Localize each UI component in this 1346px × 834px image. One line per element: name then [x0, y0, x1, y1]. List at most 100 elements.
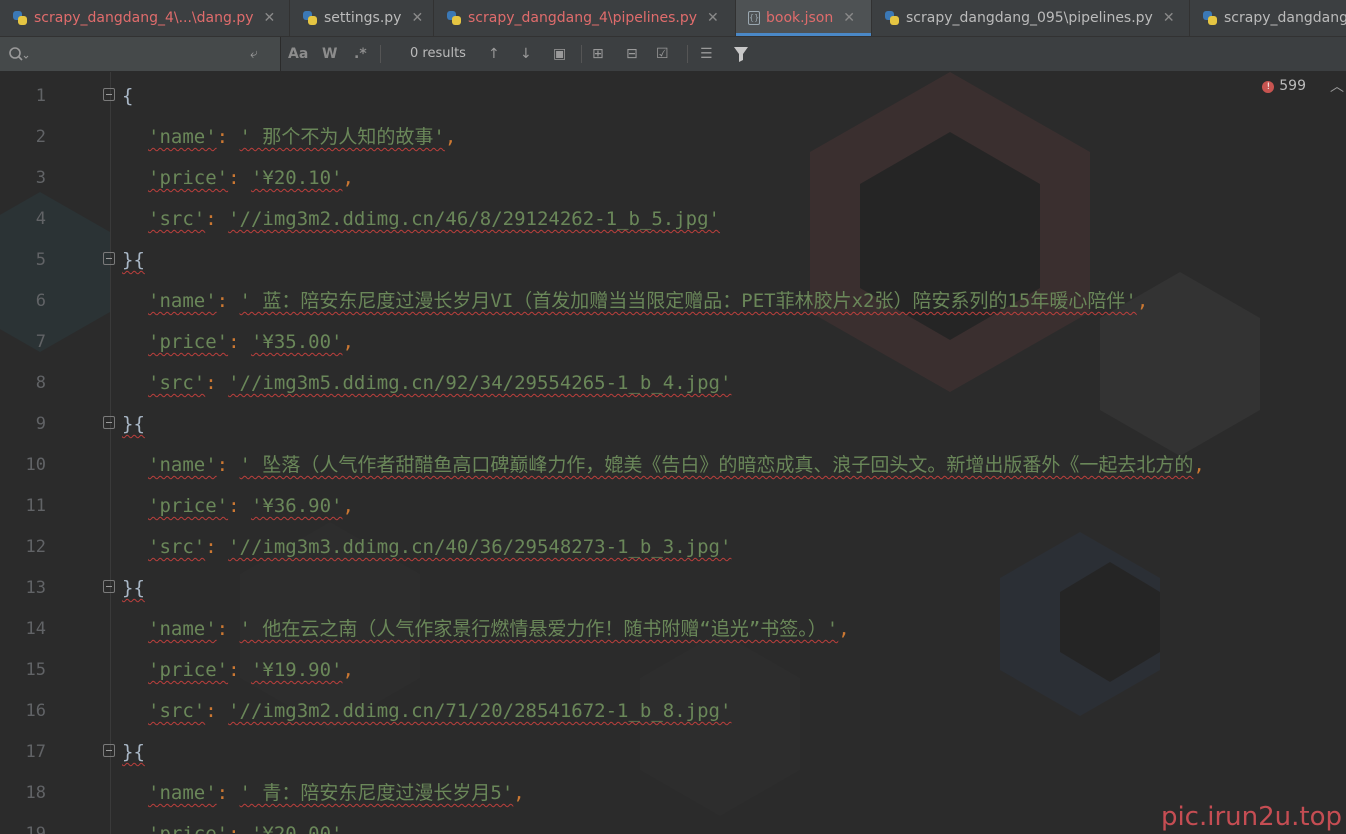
line-number: 15 [25, 660, 46, 680]
comma-token: , [342, 167, 354, 189]
code-line[interactable]: 18 'name': ' 青：陪安东尼度过漫长岁月5', [0, 773, 1346, 814]
close-icon[interactable]: ✕ [264, 10, 276, 26]
close-icon[interactable]: ✕ [707, 10, 719, 26]
property-value: ' 青：陪安东尼度过漫长岁月5' [239, 782, 514, 804]
tab-scrapy-dangdang[interactable]: scrapy_dangdang [1190, 0, 1346, 36]
colon-token: : [216, 618, 240, 640]
fold-marker-icon[interactable] [103, 744, 115, 757]
code-line[interactable]: 2 'name': ' 那个不为人知的故事', [0, 117, 1346, 158]
close-icon[interactable]: ✕ [843, 10, 855, 26]
tab-settings-py[interactable]: settings.py ✕ [290, 0, 434, 36]
colon-token: : [216, 782, 240, 804]
property-key: 'name' [148, 454, 217, 476]
code-line[interactable]: 17}{ [0, 732, 1346, 773]
words-toggle[interactable]: W [322, 37, 337, 71]
comma-token: , [342, 495, 354, 517]
line-number: 1 [35, 86, 46, 106]
line-number: 18 [25, 783, 46, 803]
property-key: 'src' [148, 700, 206, 722]
code-line[interactable]: 13}{ [0, 568, 1346, 609]
fold-marker-icon[interactable] [103, 88, 115, 101]
property-entry: 'src': '//img3m2.ddimg.cn/71/20/28541672… [148, 691, 731, 732]
code-line[interactable]: 1{ [0, 76, 1346, 117]
colon-token: : [216, 126, 240, 148]
code-line[interactable]: 6 'name': ' 蓝：陪安东尼度过漫长岁月VI（首发加赠当当限定赠品：PET… [0, 281, 1346, 322]
code-line[interactable]: 7 'price': '¥35.00', [0, 322, 1346, 363]
tab-book-json[interactable]: book.json ✕ [736, 0, 872, 36]
tab-dang-py[interactable]: scrapy_dangdang_4\...\dang.py ✕ [0, 0, 290, 36]
editor-tab-bar: scrapy_dangdang_4\...\dang.py ✕ settings… [0, 0, 1346, 37]
colon-token: : [216, 454, 240, 476]
previous-occurrence-icon[interactable]: ↑ [488, 37, 500, 71]
code-line[interactable]: 15 'price': '¥19.90', [0, 650, 1346, 691]
code-line[interactable]: 19 'price': '¥20.00', [0, 814, 1346, 834]
comma-token: , [342, 331, 354, 353]
add-selection-icon[interactable]: ⊞ [592, 37, 604, 71]
line-number: 2 [35, 127, 46, 147]
code-line[interactable]: 8 'src': '//img3m5.ddimg.cn/92/34/2955426… [0, 363, 1346, 404]
close-icon[interactable]: ✕ [1163, 10, 1175, 26]
colon-token: : [228, 823, 251, 834]
property-value: ' 他在云之南（人气作家景行燃情悬爱力作！随书附赠“追光”书签。）' [239, 618, 839, 640]
tab-label: scrapy_dangdang_4\...\dang.py [34, 10, 254, 26]
next-occurrence-icon[interactable]: ↓ [520, 37, 532, 71]
open-in-window-icon[interactable]: ▣ [553, 37, 566, 71]
colon-token: : [205, 536, 229, 558]
python-file-icon [302, 10, 318, 26]
code-line[interactable]: 11 'price': '¥36.90', [0, 486, 1346, 527]
remove-selection-icon[interactable]: ⊟ [626, 37, 638, 71]
tab-label: settings.py [324, 10, 402, 26]
fold-marker-icon[interactable] [103, 416, 115, 429]
fold-marker-icon[interactable] [103, 580, 115, 593]
line-number: 19 [25, 824, 46, 834]
code-editor[interactable]: ! 599 ︿ 1{2'name': ' 那个不为人知的故事', 3'price':… [0, 72, 1346, 834]
search-input[interactable]: ⤶ [0, 37, 281, 71]
brace-token: }{ [122, 413, 145, 435]
property-value: '¥20.00' [250, 823, 343, 834]
line-number: 4 [35, 209, 46, 229]
property-entry: 'name': ' 坠落（人气作者甜醋鱼高口碑巅峰力作，媲美《告白》的暗恋成真、… [148, 445, 1205, 486]
property-entry: 'src': '//img3m5.ddimg.cn/92/34/29554265… [148, 363, 731, 404]
code-line[interactable]: 5}{ [0, 240, 1346, 281]
comma-token: , [342, 823, 354, 834]
colon-token: : [228, 331, 251, 353]
property-key: 'price' [148, 659, 229, 681]
search-history-icon[interactable]: ⤶ [250, 37, 258, 71]
property-entry: 'name': ' 他在云之南（人气作家景行燃情悬爱力作！随书附赠“追光”书签。… [148, 609, 850, 650]
property-value: '//img3m5.ddimg.cn/92/34/29554265-1_b_4.… [228, 372, 732, 394]
divider [581, 45, 582, 63]
code-line[interactable]: 9}{ [0, 404, 1346, 445]
tab-pipelines-095-py[interactable]: scrapy_dangdang_095\pipelines.py ✕ [872, 0, 1190, 36]
brace-token: }{ [122, 577, 145, 599]
close-icon[interactable]: ✕ [411, 10, 423, 26]
tab-label: scrapy_dangdang_4\pipelines.py [468, 10, 698, 26]
property-entry: 'price': '¥35.00', [148, 322, 354, 363]
property-entry: 'src': '//img3m2.ddimg.cn/46/8/29124262-… [148, 199, 720, 240]
code-line[interactable]: 16 'src': '//img3m2.ddimg.cn/71/20/285416… [0, 691, 1346, 732]
code-line[interactable]: 14 'name': ' 他在云之南（人气作家景行燃情悬爱力作！随书附赠“追光”书… [0, 609, 1346, 650]
comma-token: , [1193, 454, 1205, 476]
select-all-occurrences-icon[interactable]: ☑ [656, 37, 669, 71]
watermark: pic.irun2u.top [1160, 802, 1342, 832]
comma-token: , [342, 659, 354, 681]
property-value: '//img3m2.ddimg.cn/46/8/29124262-1_b_5.j… [228, 208, 720, 230]
filter-options-icon[interactable]: ☰ [700, 37, 713, 71]
tab-label: scrapy_dangdang_095\pipelines.py [906, 10, 1153, 26]
fold-marker-icon[interactable] [103, 252, 115, 265]
property-entry: 'price': '¥19.90', [148, 650, 354, 691]
code-line[interactable]: 10 'name': ' 坠落（人气作者甜醋鱼高口碑巅峰力作，媲美《告白》的暗恋成… [0, 445, 1346, 486]
brace-token: }{ [122, 249, 145, 271]
regex-toggle[interactable]: .* [354, 37, 367, 71]
divider [380, 45, 381, 63]
property-value: '//img3m2.ddimg.cn/71/20/28541672-1_b_8.… [228, 700, 732, 722]
python-file-icon [884, 10, 900, 26]
tab-label: scrapy_dangdang [1224, 10, 1346, 26]
property-key: 'src' [148, 372, 206, 394]
tab-pipelines-py[interactable]: scrapy_dangdang_4\pipelines.py ✕ [434, 0, 736, 36]
code-line[interactable]: 12 'src': '//img3m3.ddimg.cn/40/36/295482… [0, 527, 1346, 568]
python-file-icon [12, 10, 28, 26]
match-case-toggle[interactable]: Aa [288, 37, 308, 71]
code-line[interactable]: 3 'price': '¥20.10', [0, 158, 1346, 199]
code-line[interactable]: 4 'src': '//img3m2.ddimg.cn/46/8/29124262… [0, 199, 1346, 240]
comma-token: , [1136, 290, 1149, 312]
